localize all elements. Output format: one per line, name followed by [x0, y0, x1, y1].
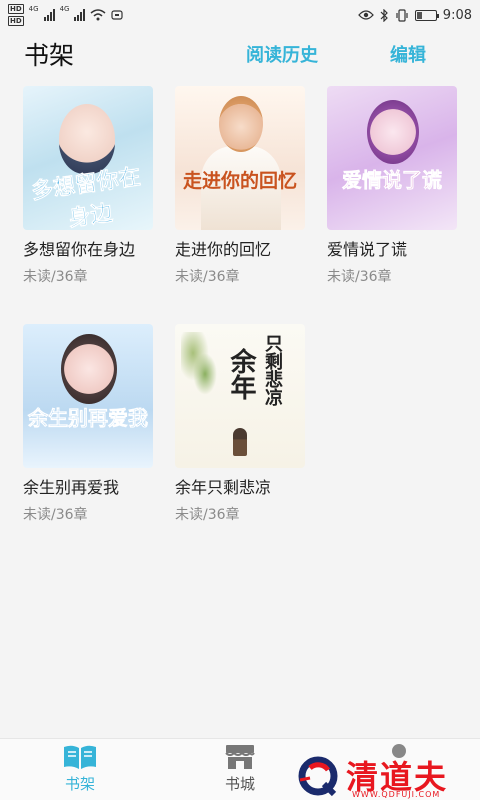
book-status: 未读/36章	[175, 507, 240, 523]
hd-badge-1: HD	[8, 4, 24, 14]
tab-bookstore[interactable]: 书城	[210, 743, 270, 794]
cover-title: 爱情说了谎	[342, 168, 443, 193]
book-title: 爱情说了谎	[327, 240, 408, 259]
cover-title: 余年	[226, 348, 256, 400]
cover-subtitle: 只剩悲凉	[262, 334, 283, 406]
tab-bookshelf-label: 书架	[64, 775, 95, 793]
cover-illustration-face	[219, 96, 263, 152]
status-bar: HD HD 4G 4G 9:08	[0, 0, 480, 30]
book-status: 未读/36章	[23, 507, 88, 523]
bookshelf-grid: 多想留你在身边 多想留你在身边 未读/36章 走进你的回忆 走进你的回忆 未读/…	[23, 86, 463, 562]
edit-button[interactable]: 编辑	[390, 41, 426, 67]
book-title: 多想留你在身边	[23, 240, 136, 259]
clock: 9:08	[442, 7, 472, 23]
cover-title: 走进你的回忆	[182, 170, 297, 192]
watermark-logo	[298, 756, 338, 797]
book-status: 未读/36章	[327, 269, 392, 285]
cover-illustration	[367, 100, 419, 164]
book-cover[interactable]: 爱情说了谎	[327, 86, 457, 230]
hd-badge-2: HD	[8, 16, 24, 26]
book-cover[interactable]: 多想留你在身边	[23, 86, 153, 230]
status-right: 9:08	[357, 7, 472, 23]
cover-illustration	[181, 332, 221, 402]
book-cover[interactable]: 走进你的回忆	[175, 86, 305, 230]
network-type-1: 4G	[28, 5, 39, 13]
book-item[interactable]: 爱情说了谎 爱情说了谎 未读/36章	[327, 86, 457, 324]
hd-indicator: HD HD	[8, 3, 24, 27]
book-status: 未读/36章	[175, 269, 240, 285]
cover-figure	[233, 428, 247, 456]
watermark: 清道夫 WWW.QDFUJI.COM	[296, 752, 468, 800]
status-left: HD HD 4G 4G	[8, 3, 124, 27]
notification-icon	[111, 10, 124, 20]
tab-bookstore-label: 书城	[224, 775, 255, 793]
header: 书架 阅读历史 编辑	[0, 32, 480, 76]
book-item[interactable]: 余年 只剩悲凉 余年只剩悲凉 未读/36章	[175, 324, 305, 562]
signal-icon	[43, 9, 55, 21]
book-open-icon	[64, 745, 96, 769]
reading-history-button[interactable]: 阅读历史	[246, 41, 318, 67]
network-type-2: 4G	[59, 5, 70, 13]
tab-bookshelf[interactable]: 书架	[50, 743, 110, 794]
book-status: 未读/36章	[23, 269, 88, 285]
bluetooth-icon	[380, 8, 388, 22]
book-title: 走进你的回忆	[175, 240, 272, 259]
book-cover[interactable]: 余年 只剩悲凉	[175, 324, 305, 468]
store-icon	[225, 745, 255, 769]
vibrate-icon	[396, 8, 408, 22]
book-item[interactable]: 走进你的回忆 走进你的回忆 未读/36章	[175, 86, 305, 324]
wifi-icon	[90, 9, 106, 21]
book-item[interactable]: 余生别再爱我 余生别再爱我 未读/36章	[23, 324, 153, 562]
book-title: 余生别再爱我	[23, 478, 120, 497]
battery-icon	[414, 9, 439, 21]
cover-title: 余生别再爱我	[28, 406, 149, 431]
book-cover[interactable]: 余生别再爱我	[23, 324, 153, 468]
book-item[interactable]: 多想留你在身边 多想留你在身边 未读/36章	[23, 86, 153, 324]
book-title: 余年只剩悲凉	[175, 478, 272, 497]
signal-icon-2	[74, 9, 86, 21]
watermark-url: WWW.QDFUJI.COM	[352, 790, 441, 799]
page-title: 书架	[24, 41, 75, 70]
eye-icon	[357, 10, 374, 20]
cover-title: 多想留你在身边	[29, 163, 143, 230]
cover-illustration	[61, 334, 117, 404]
